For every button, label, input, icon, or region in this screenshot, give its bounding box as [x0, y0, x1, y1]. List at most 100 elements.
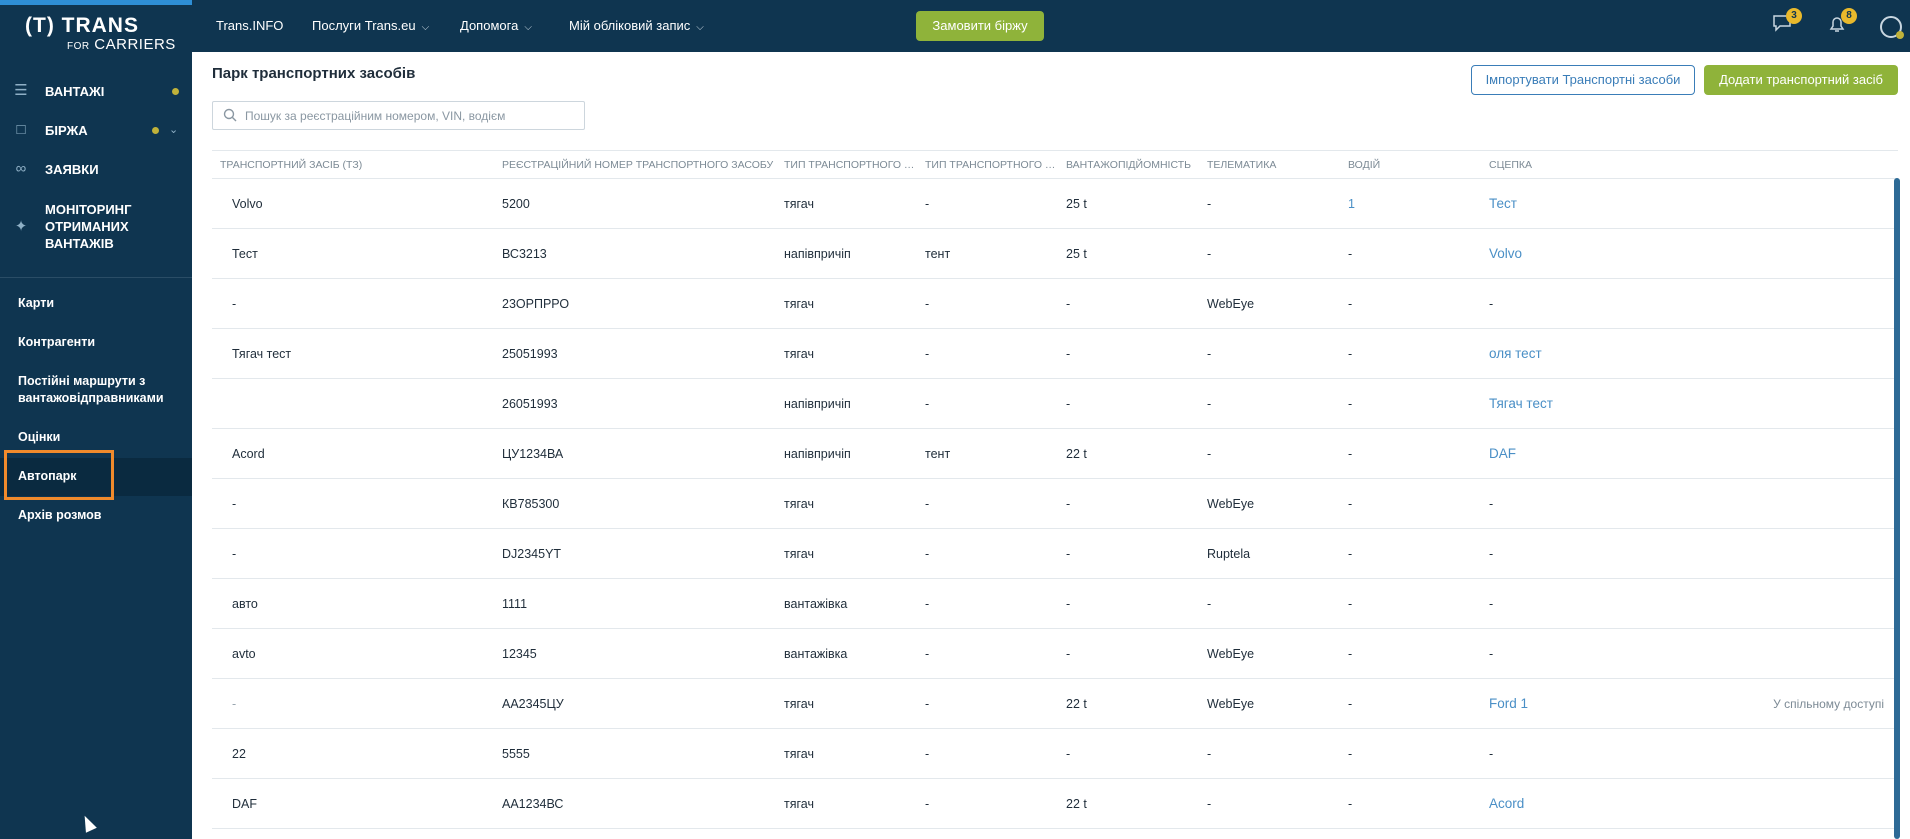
column-header-body-type[interactable]: ТИП ТРАНСПОРТНОГО З... — [917, 150, 1058, 179]
cell-vehicle-type: тягач — [776, 328, 917, 379]
cell-capacity: 25 t — [1058, 228, 1199, 279]
cell-telematics: - — [1199, 228, 1340, 279]
cell-capacity: - — [1058, 628, 1199, 679]
user-avatar-icon[interactable] — [1880, 16, 1904, 39]
cell-vehicle-type: напівпричіп — [776, 428, 917, 479]
cell-shared-status — [1622, 278, 1898, 329]
sidebar-item-maps[interactable]: Карти — [0, 295, 192, 315]
chevron-down-icon: ⌵ — [421, 22, 430, 33]
sidebar-item-label: МОНІТОРИНГ ОТРИМАНИХ ВАНТАЖІВ — [45, 202, 132, 251]
cell-reg-number: 5555 — [494, 728, 776, 779]
logo-line-2: FOR CARRIERS — [67, 36, 176, 53]
table-row[interactable]: авто 1111 вантажівка - - - - - — [212, 578, 1898, 629]
column-header-reg-number[interactable]: РЕЄСТРАЦІЙНИЙ НОМЕР ТРАНСПОРТНОГО ЗАСОБУ — [494, 150, 776, 179]
chevron-down-icon[interactable]: ⌄ — [169, 123, 178, 136]
column-header-capacity[interactable]: ВАНТАЖОПІДЙОМНІСТЬ — [1058, 150, 1199, 179]
bell-icon[interactable]: 8 — [1825, 8, 1857, 38]
chevron-down-icon: ⌵ — [696, 22, 704, 33]
column-header-driver[interactable]: ВОДІЙ — [1340, 150, 1481, 179]
table-row[interactable]: Тест ВС3213 напівпричіп тент 25 t - - Volvo — [212, 228, 1898, 279]
cell-coupling: - — [1481, 478, 1622, 529]
cell-driver: - — [1340, 678, 1481, 729]
status-dot — [152, 127, 159, 134]
cell-driver: - — [1340, 228, 1481, 279]
cell-telematics: - — [1199, 328, 1340, 379]
cell-telematics: - — [1199, 378, 1340, 429]
cell-vehicle-name — [212, 378, 494, 429]
column-header-coupling[interactable]: СЦЕПКА — [1481, 150, 1622, 179]
cell-coupling: - — [1481, 278, 1622, 329]
top-bar: Trans.INFO Послуги Trans.eu ⌵ Допомога ⌵ М… — [192, 0, 1910, 52]
cell-vehicle-name: Volvo — [212, 178, 494, 229]
cell-capacity: - — [1058, 328, 1199, 379]
mouse-cursor — [79, 813, 97, 833]
topnav-help[interactable]: Допомога ⌵ — [460, 18, 532, 33]
column-header-extra — [1622, 150, 1898, 179]
sidebar-item-monitoring[interactable]: ✦ МОНІТОРИНГ ОТРИМАНИХ ВАНТАЖІВ — [0, 199, 192, 255]
sidebar-item-contractors[interactable]: Контрагенти — [0, 334, 192, 354]
cell-reg-number: АА1234ВС — [494, 778, 776, 829]
cell-coupling[interactable]: оля тест — [1481, 328, 1622, 379]
table-row[interactable]: - КВ785300 тягач - - WebEye - - — [212, 478, 1898, 529]
cell-vehicle-type: тягач — [776, 178, 917, 229]
cell-body-type: - — [917, 728, 1058, 779]
cell-driver[interactable]: 1 — [1340, 178, 1481, 229]
column-header-telematics[interactable]: ТЕЛЕМАТИКА — [1199, 150, 1340, 179]
cell-coupling[interactable]: Тягач тест — [1481, 378, 1622, 429]
topnav-transinfo[interactable]: Trans.INFO — [216, 18, 283, 33]
sidebar-item-exchange[interactable]: □ БІРЖА ⌄ — [0, 112, 192, 148]
cell-shared-status — [1622, 478, 1898, 529]
table-row[interactable]: avto 12345 вантажівка - - WebEye - - — [212, 628, 1898, 679]
cell-vehicle-name: avto — [212, 628, 494, 679]
sidebar-item-orders[interactable]: ∞ ЗАЯВКИ — [0, 151, 192, 187]
topnav-account[interactable]: Мій обліковий запис ⌵ — [569, 18, 704, 33]
cell-coupling: - — [1481, 528, 1622, 579]
cell-shared-status — [1622, 328, 1898, 379]
sidebar-item-routes[interactable]: Постійні маршрути з вантажовідправниками — [0, 373, 192, 413]
table-row[interactable]: 26051993 напівпричіп - - - - Тягач тест — [212, 378, 1898, 429]
scrollbar[interactable] — [1894, 178, 1900, 839]
sidebar-divider — [0, 277, 192, 278]
cell-coupling: - — [1481, 578, 1622, 629]
add-vehicle-button[interactable]: Додати транспортний засіб — [1704, 65, 1898, 95]
search-input[interactable] — [245, 106, 575, 126]
cell-coupling[interactable]: DAF — [1481, 428, 1622, 479]
cell-reg-number: ВС3213 — [494, 228, 776, 279]
cell-body-type: - — [917, 328, 1058, 379]
table-row[interactable]: DAF АА1234ВС тягач -22 t - - Acord — [212, 778, 1898, 829]
import-vehicles-button[interactable]: Імпортувати Транспортні засоби — [1471, 65, 1695, 95]
cell-coupling[interactable]: Тест — [1481, 178, 1622, 229]
topnav-services[interactable]: Послуги Trans.eu ⌵ — [312, 18, 429, 33]
cell-coupling[interactable]: Volvo — [1481, 228, 1622, 279]
cell-driver: - — [1340, 578, 1481, 629]
table-row[interactable]: Тягач тест 25051993 тягач - - - - оля тест — [212, 328, 1898, 379]
column-header-vehicle[interactable]: ТРАНСПОРТНИЙ ЗАСІБ (ТЗ) — [212, 150, 494, 179]
column-header-vehicle-type[interactable]: ТИП ТРАНСПОРТНОГО З... — [776, 150, 917, 179]
sidebar: (T) TRANS FOR CARRIERS ☰ ВАНТАЖІ □ БІРЖА… — [0, 0, 192, 839]
cell-body-type: - — [917, 178, 1058, 229]
cell-vehicle-name: - — [212, 278, 494, 329]
cell-reg-number: DJ2345YT — [494, 528, 776, 579]
table-row[interactable]: - DJ2345YT тягач - - Ruptela - - — [212, 528, 1898, 579]
table-row[interactable]: 22 5555 тягач - - - - - — [212, 728, 1898, 779]
sidebar-item-ratings[interactable]: Оцінки — [0, 429, 192, 449]
sidebar-item-chat-archive[interactable]: Архів розмов — [0, 507, 192, 527]
cell-body-type: - — [917, 378, 1058, 429]
cell-body-type: - — [917, 778, 1058, 829]
order-exchange-button[interactable]: Замовити біржу — [916, 11, 1044, 41]
cell-coupling[interactable]: Acord — [1481, 778, 1622, 829]
cell-telematics: - — [1199, 728, 1340, 779]
cell-coupling[interactable]: Ford 1 — [1481, 678, 1622, 729]
messages-icon[interactable]: 3 — [1770, 8, 1802, 38]
table-row[interactable]: Acord ЦУ1234ВА напівпричіп тент 22 t - - DAF — [212, 428, 1898, 479]
cell-body-type: - — [917, 678, 1058, 729]
table-row[interactable]: -23ОРПРРО тягач - - WebEye - - — [212, 278, 1898, 329]
cell-telematics: - — [1199, 578, 1340, 629]
sidebar-item-cargo[interactable]: ☰ ВАНТАЖІ — [0, 73, 192, 109]
table-row[interactable]: - АА2345ЦУ тягач -22 t WebEye - Ford 1У спільн… — [212, 678, 1898, 729]
cell-reg-number: 26051993 — [494, 378, 776, 429]
trans-logo[interactable]: (T) TRANS FOR CARRIERS — [25, 14, 175, 54]
messages-badge: 3 — [1786, 8, 1802, 24]
table-row[interactable]: Volvo 5200 тягач -25 t -1 Тест — [212, 178, 1898, 229]
cell-driver: - — [1340, 328, 1481, 379]
